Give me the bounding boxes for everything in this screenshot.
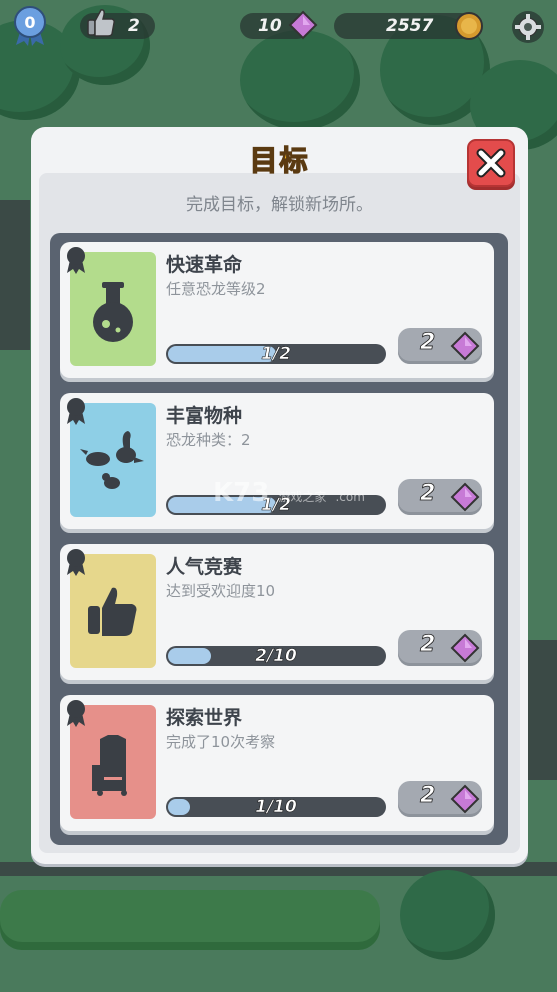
watermark: K73 游戏之家 .com (213, 478, 365, 508)
svg-text:0: 0 (24, 13, 35, 32)
gem-icon (288, 10, 318, 40)
progress-text: 1/2 (261, 344, 291, 365)
likes-count: 2 (128, 16, 140, 36)
reward-button[interactable]: 2 (398, 328, 482, 364)
gem-icon (450, 633, 480, 663)
coin-icon (455, 12, 483, 40)
goal-list[interactable]: 快速革命 任意恐龙等级2 1/2 2 丰富物种 恐龙种类：2 1/2 2 人气竞… (50, 233, 508, 845)
gear-icon (512, 11, 544, 43)
goal-title: 快速革命 (166, 254, 243, 276)
settings-button[interactable] (511, 10, 545, 44)
progress-text: 1/10 (255, 797, 297, 818)
watermark-tagline: 游戏之家 (278, 490, 327, 504)
goal-description: 任意恐龙等级2 (166, 280, 266, 298)
goal-description: 达到受欢迎度10 (166, 582, 276, 600)
reward-amount: 2 (420, 632, 436, 658)
goal-description: 完成了10次考察 (166, 733, 276, 751)
reward-amount: 2 (420, 783, 436, 809)
likes-counter: 2 (80, 9, 155, 39)
coins-count: 2557 (386, 16, 434, 36)
dialog-title: 目标 (249, 143, 310, 177)
goal-card[interactable]: 丰富物种 恐龙种类：2 1/2 2 (60, 393, 494, 529)
close-button[interactable] (467, 139, 515, 187)
goal-card[interactable]: 快速革命 任意恐龙等级2 1/2 2 (60, 242, 494, 378)
gem-icon (450, 331, 480, 361)
goal-description: 恐龙种类：2 (166, 431, 251, 449)
gem-icon (450, 784, 480, 814)
top-hud: 0 2 10 2557 (0, 0, 557, 52)
gems-count: 10 (258, 16, 282, 36)
goal-title: 人气竞赛 (166, 556, 243, 578)
goal-title: 探索世界 (166, 707, 243, 729)
reward-button[interactable]: 2 (398, 479, 482, 515)
ribbon-icon (67, 247, 85, 274)
dialog-subtitle: 完成目标，解锁新场所。 (186, 195, 373, 215)
coins-counter: 2557 (334, 12, 483, 40)
progress-bar: 1/10 (166, 797, 386, 817)
thumbs-up-icon (87, 9, 115, 37)
reward-amount: 2 (420, 330, 436, 356)
ribbon-icon (67, 398, 85, 425)
gems-counter: 10 (240, 10, 318, 40)
progress-bar: 2/10 (166, 646, 386, 666)
close-icon (476, 148, 506, 178)
level-badge[interactable]: 0 (12, 6, 48, 46)
goal-card[interactable]: 探索世界 完成了10次考察 1/10 2 (60, 695, 494, 831)
reward-button[interactable]: 2 (398, 781, 482, 817)
watermark-domain: .com (335, 490, 365, 504)
ribbon-icon (67, 700, 85, 727)
goal-card[interactable]: 人气竞赛 达到受欢迎度10 2/10 2 (60, 544, 494, 680)
goal-title: 丰富物种 (166, 405, 243, 427)
ribbon-icon (67, 549, 85, 576)
progress-bar: 1/2 (166, 344, 386, 364)
gem-icon (450, 482, 480, 512)
reward-amount: 2 (420, 481, 436, 507)
reward-button[interactable]: 2 (398, 630, 482, 666)
watermark-logo: K73 (213, 478, 270, 508)
progress-text: 2/10 (255, 646, 297, 667)
badge-icon: 0 (14, 6, 46, 46)
